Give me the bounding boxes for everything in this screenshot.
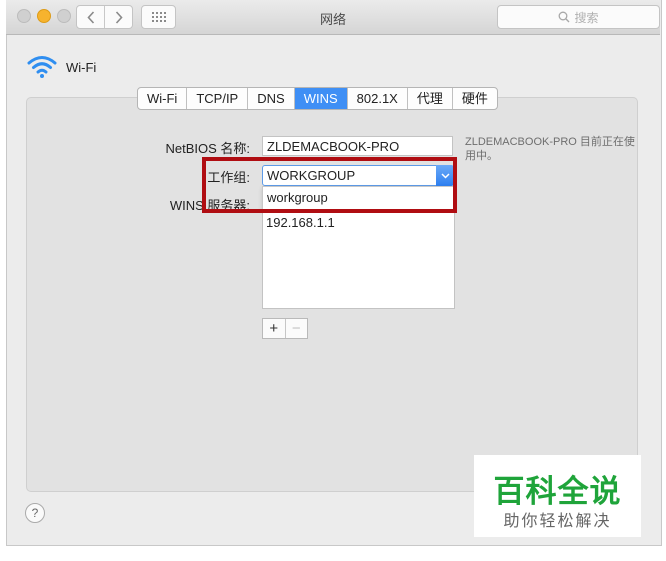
tab-wifi[interactable]: Wi-Fi xyxy=(138,88,186,109)
add-remove-control: + − xyxy=(262,318,308,339)
minimize-button[interactable] xyxy=(37,9,51,23)
close-button[interactable] xyxy=(17,9,31,23)
annotation-highlight-box xyxy=(202,157,457,213)
interface-name: Wi-Fi xyxy=(66,60,97,75)
window-title: 网络 xyxy=(319,12,346,27)
tab-8021x[interactable]: 802.1X xyxy=(346,88,407,109)
search-field[interactable]: 搜索 xyxy=(497,5,660,29)
watermark-subtitle: 助你轻松解决 xyxy=(503,511,612,530)
zoom-button[interactable] xyxy=(57,9,71,23)
search-placeholder: 搜索 xyxy=(574,10,599,25)
tab-proxy[interactable]: 代理 xyxy=(406,88,452,109)
back-button[interactable] xyxy=(77,6,104,28)
netbios-status-note: ZLDEMACBOOK-PRO 目前正在使用中。 xyxy=(465,136,635,162)
netbios-name-field[interactable]: ZLDEMACBOOK-PRO xyxy=(262,136,453,156)
netbios-label: NetBIOS 名称: xyxy=(165,141,250,156)
tab-dns[interactable]: DNS xyxy=(247,88,293,109)
tab-bar: Wi-Fi TCP/IP DNS WINS 802.1X 代理 硬件 xyxy=(137,87,498,110)
help-button[interactable]: ? xyxy=(25,503,45,523)
tab-wins[interactable]: WINS xyxy=(293,88,347,109)
tab-tcpip[interactable]: TCP/IP xyxy=(186,88,247,109)
search-icon xyxy=(559,11,570,23)
grid-icon xyxy=(151,12,166,22)
chevron-right-icon xyxy=(115,10,123,24)
tab-hardware[interactable]: 硬件 xyxy=(451,88,497,109)
nav-group xyxy=(76,5,133,29)
show-all-button[interactable] xyxy=(141,5,176,29)
wifi-icon xyxy=(27,56,57,78)
forward-button[interactable] xyxy=(104,6,132,28)
watermark-title: 百科全说 xyxy=(493,474,622,510)
list-item[interactable]: 192.168.1.1 xyxy=(266,215,335,230)
chevron-left-icon xyxy=(86,10,94,24)
remove-server-button[interactable]: − xyxy=(284,319,308,338)
add-server-button[interactable]: + xyxy=(263,319,285,338)
